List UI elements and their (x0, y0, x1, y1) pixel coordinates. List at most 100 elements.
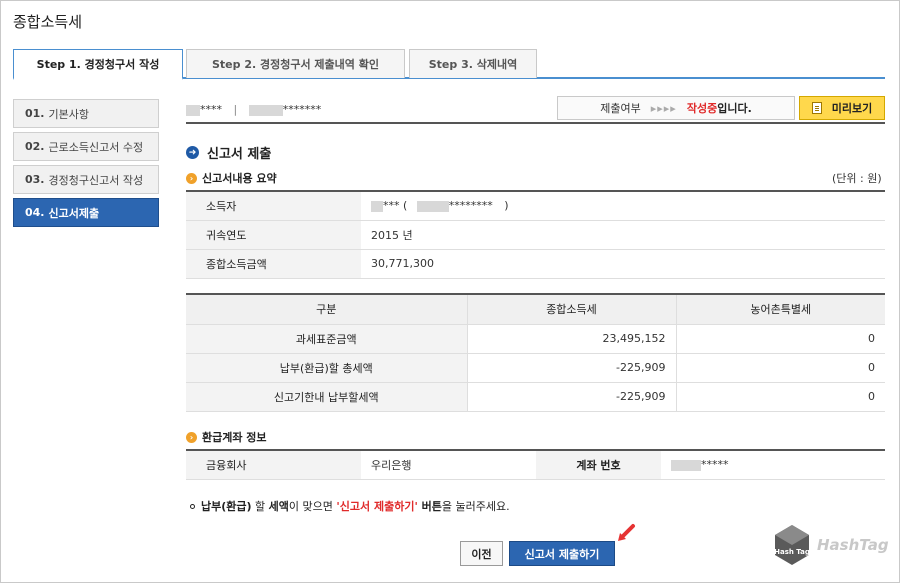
submit-return-button[interactable]: 신고서 제출하기 (509, 541, 615, 566)
window-title: 종합소득세 (13, 13, 83, 31)
table-row: 금융회사 우리은행 계좌 번호 ***** (186, 450, 885, 480)
submit-notice: 납부(환급) 할 세액이 맞으면 '신고서 제출하기' 버튼을 눌러주세요. (186, 498, 510, 514)
row-label: 소득자 (186, 191, 361, 221)
table-row: 납부(환급)할 총세액 -225,909 0 (186, 353, 885, 383)
sidebar: 01. 기본사항 02. 근로소득신고서 수정 03. 경정청구신고서 작성 0… (13, 99, 159, 231)
watermark-text: HashTag (817, 536, 889, 554)
table-row: 귀속연도 2015 년 (186, 220, 885, 250)
sidebar-item-earned-income[interactable]: 02. 근로소득신고서 수정 (13, 132, 159, 161)
section-title: ➜ 신고서 제출 (186, 143, 271, 162)
pointer-arrow-icon (618, 524, 635, 541)
step-tabs: Step 1. 경정청구서 작성 Step 2. 경정청구서 제출내역 확인 S… (13, 49, 885, 80)
column-header: 농어촌특별세 (675, 294, 885, 325)
status-suffix: 입니다. (717, 102, 752, 115)
user-name-masked: **** (200, 103, 222, 116)
sidebar-item-submit-return[interactable]: 04. 신고서제출 (13, 198, 159, 227)
notice-text: 할 (251, 500, 269, 513)
main-content: **** | ******* 제출여부 ▸▸▸▸ 작성중 입니다. 미리보기 (186, 91, 885, 124)
tab-step-1[interactable]: Step 1. 경정청구서 작성 (13, 49, 183, 80)
tax-table: 구분 종합소득세 농어촌특별세 과세표준금액 23,495,152 0 납부(환… (186, 293, 885, 412)
sidebar-item-basic[interactable]: 01. 기본사항 (13, 99, 159, 128)
taxpayer-id-masked: ******** (448, 199, 493, 213)
table-row: 신고기한내 납부할세액 -225,909 0 (186, 382, 885, 412)
account-value: ***** (661, 450, 885, 480)
income-value: 30,771,300 (361, 249, 885, 279)
masked-block (371, 200, 383, 212)
sidebar-item-label: 신고서제출 (48, 206, 100, 220)
sidebar-item-label: 근로소득신고서 수정 (48, 140, 144, 154)
document-icon (811, 102, 822, 114)
sidebar-item-label: 경정청구신고서 작성 (48, 173, 144, 187)
status-label: 제출여부 (600, 102, 641, 115)
summary-table: 소득자 *** ( ******** ) 귀속연도 2015 년 종합소득금액 … (186, 190, 885, 279)
notice-text: 납부(환급) (201, 500, 252, 513)
sidebar-item-number: 04. (25, 206, 45, 219)
section-title-text: 신고서 제출 (207, 147, 272, 162)
rural-tax-cell: 0 (675, 353, 885, 383)
income-tax-cell: 23,495,152 (466, 324, 676, 354)
app-window: 종합소득세 Step 1. 경정청구서 작성 Step 2. 경정청구서 제출내… (0, 0, 900, 583)
sidebar-item-label: 기본사항 (48, 107, 89, 121)
summary-title-text: 신고서내용 요약 (202, 172, 277, 185)
income-tax-cell: -225,909 (466, 382, 676, 412)
bank-label: 금융회사 (186, 450, 361, 480)
prev-button[interactable]: 이전 (460, 541, 503, 566)
row-label: 납부(환급)할 총세액 (186, 353, 467, 383)
year-value: 2015 년 (361, 220, 885, 250)
submission-status: 제출여부 ▸▸▸▸ 작성중 입니다. (557, 96, 795, 120)
summary-title: › 신고서내용 요약 (186, 170, 277, 186)
column-header: 종합소득세 (466, 294, 676, 325)
taxpayer-name-masked: *** ( (383, 199, 408, 213)
rural-tax-cell: 0 (675, 324, 885, 354)
column-header: 구분 (186, 294, 467, 325)
taxpayer-suffix: ) (504, 199, 509, 213)
table-row: 과세표준금액 23,495,152 0 (186, 324, 885, 354)
notice-text: 이 맞으면 (288, 500, 337, 513)
taxpayer-value: *** ( ******** ) (361, 191, 885, 221)
notice-highlight: '신고서 제출하기' (336, 500, 418, 513)
bullet-icon (190, 504, 195, 509)
notice-text: 버튼 (417, 500, 442, 513)
tab-step-3[interactable]: Step 3. 삭제내역 (409, 49, 537, 78)
refund-table: 금융회사 우리은행 계좌 번호 ***** (186, 449, 885, 480)
sidebar-item-number: 03. (25, 173, 45, 186)
hashtag-logo-icon: Hash Tag (774, 525, 810, 565)
sidebar-item-number: 02. (25, 140, 45, 153)
notice-text: 을 눌러주세요. (441, 500, 510, 513)
masked-block (416, 200, 449, 212)
unit-label: (단위 : 원) (832, 172, 882, 185)
table-row: 종합소득금액 30,771,300 (186, 249, 885, 279)
hashtag-watermark: Hash Tag HashTag (773, 523, 889, 567)
bank-value: 우리은행 (361, 450, 536, 480)
rural-tax-cell: 0 (675, 382, 885, 412)
notice-text: 세액 (268, 500, 289, 513)
user-id-masked: ******* (282, 103, 322, 116)
masked-block (248, 104, 283, 116)
table-row: 소득자 *** ( ******** ) (186, 191, 885, 221)
sidebar-item-correction-claim[interactable]: 03. 경정청구신고서 작성 (13, 165, 159, 194)
user-info: **** | ******* (186, 103, 321, 116)
account-masked: ***** (701, 458, 729, 472)
arrow-circle-icon: ➜ (186, 146, 199, 159)
user-status-bar: **** | ******* 제출여부 ▸▸▸▸ 작성중 입니다. 미리보기 (186, 91, 885, 124)
separator: | (233, 103, 238, 116)
row-label: 신고기한내 납부할세액 (186, 382, 467, 412)
status-value: 작성중 (686, 102, 718, 115)
preview-button[interactable]: 미리보기 (799, 96, 885, 120)
status-arrows-icon: ▸▸▸▸ (650, 101, 677, 115)
masked-block (186, 104, 200, 116)
refund-title: › 환급계좌 정보 (186, 429, 267, 445)
account-label: 계좌 번호 (536, 450, 661, 480)
bullet-arrow-icon: › (186, 431, 197, 443)
income-tax-cell: -225,909 (466, 353, 676, 383)
bullet-arrow-icon: › (186, 172, 197, 184)
refund-title-text: 환급계좌 정보 (202, 431, 267, 444)
table-header-row: 구분 종합소득세 농어촌특별세 (186, 294, 885, 325)
sidebar-item-number: 01. (25, 107, 45, 120)
row-label: 귀속연도 (186, 220, 361, 250)
masked-block (671, 459, 701, 471)
row-label: 과세표준금액 (186, 324, 467, 354)
logo-badge-text: Hash Tag (774, 548, 810, 556)
preview-button-label: 미리보기 (831, 102, 873, 115)
tab-step-2[interactable]: Step 2. 경정청구서 제출내역 확인 (186, 49, 405, 78)
